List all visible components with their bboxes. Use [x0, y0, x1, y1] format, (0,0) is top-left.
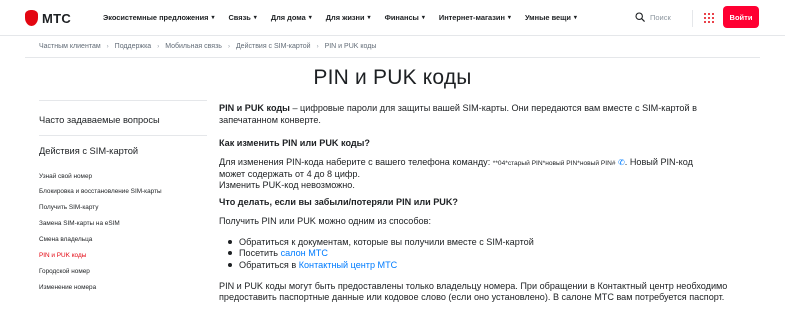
intro-line-1: PIN и PUK коды – цифровые пароли для защ… — [219, 103, 697, 115]
sidebar-item-block-sim[interactable]: Блокировка и восстановление SIM-карты — [39, 188, 162, 195]
sidebar-item-find-number[interactable]: Узнай свой номер — [39, 173, 92, 180]
chevron-right-icon: › — [316, 43, 319, 50]
nav-item-ecosystem[interactable]: Экосистемные предложения ▾ — [103, 13, 214, 22]
intro-text: – цифровые пароли для защиты вашей SIM-к… — [289, 103, 697, 113]
breadcrumb-item[interactable]: Поддержка — [115, 43, 152, 50]
nav-item-finance[interactable]: Финансы ▾ — [385, 13, 425, 22]
question-change-codes: Как изменить PIN или PUK коды? — [219, 138, 370, 148]
intro-line-2: запечатанном конверте. — [219, 115, 321, 125]
sidebar-item-city-number[interactable]: Городской номер — [39, 268, 90, 275]
list-item: Посетить салон МТС — [228, 248, 328, 260]
grid-icon[interactable] — [704, 13, 714, 23]
answer-lost-intro: Получить PIN или PUK можно одним из спос… — [219, 216, 431, 226]
chevron-right-icon: › — [106, 43, 109, 50]
list-item: Обратиться к документам, которые вы полу… — [228, 237, 534, 249]
nav-item-home[interactable]: Для дома ▾ — [271, 13, 312, 22]
breadcrumb: Частным клиентам › Поддержка › Мобильная… — [39, 43, 376, 50]
chevron-down-icon: ▾ — [367, 15, 371, 21]
breadcrumb-item[interactable]: Частным клиентам — [39, 43, 101, 50]
sidebar-item-pin-puk[interactable]: PIN и PUK коды — [39, 252, 86, 259]
nav-label: Для жизни — [325, 13, 365, 22]
search-icon — [635, 12, 645, 22]
sidebar-divider — [39, 135, 207, 136]
breadcrumb-current: PIN и PUK коды — [324, 43, 377, 50]
breadcrumb-item[interactable]: Мобильная связь — [165, 43, 222, 50]
breadcrumb-item[interactable]: Действия с SIM-картой — [236, 43, 311, 50]
contact-center-link[interactable]: Контактный центр МТС — [299, 260, 398, 270]
chevron-down-icon: ▾ — [308, 15, 312, 21]
chevron-down-icon: ▾ — [211, 15, 215, 21]
intro-bold: PIN и PUK коды — [219, 103, 290, 113]
answer-text-end: . Новый PIN-код — [624, 157, 693, 167]
final-line-1: PIN и PUK коды могут быть предоставлены … — [219, 281, 728, 291]
list-item-text: Посетить — [239, 248, 281, 258]
question-lost-codes: Что делать, если вы забыли/потеряли PIN … — [219, 197, 458, 207]
sidebar-section-title[interactable]: Действия с SIM-картой — [39, 146, 138, 156]
bullet-icon — [228, 251, 232, 255]
search-label: Поиск — [650, 12, 671, 22]
list-item: Обратиться в Контактный центр МТС — [228, 260, 397, 272]
answer-text: Для изменения PIN-кода наберите с вашего… — [219, 157, 493, 167]
page-title: PIN и PUK коды — [313, 66, 472, 89]
nav-label: Для дома — [270, 13, 306, 22]
answer-change-line-3: Изменить PUK-код невозможно. — [219, 180, 355, 190]
sidebar-faq-link[interactable]: Часто задаваемые вопросы — [39, 115, 160, 125]
sidebar-divider — [39, 100, 207, 101]
chevron-right-icon: › — [157, 43, 160, 50]
nav-label: Интернет-магазин — [438, 13, 505, 22]
main-nav: Экосистемные предложения ▾ Связь ▾ Для дом… — [103, 13, 577, 22]
nav-item-connection[interactable]: Связь ▾ — [228, 13, 256, 22]
breadcrumb-divider — [25, 57, 760, 58]
chevron-right-icon: › — [227, 43, 230, 50]
answer-change-line-2: может содержать от 4 до 8 цифр. — [219, 169, 360, 179]
nav-label: Умные вещи — [524, 13, 571, 22]
nav-item-smart[interactable]: Умные вещи ▾ — [525, 13, 577, 22]
sidebar-item-change-number[interactable]: Изменение номера — [39, 284, 96, 291]
header: МТС Экосистемные предложения ▾ Связь ▾ Для… — [0, 0, 785, 36]
nav-label: Экосистемные предложения — [103, 13, 209, 22]
chevron-down-icon: ▾ — [421, 15, 425, 21]
header-divider — [692, 10, 693, 27]
search-button[interactable]: Поиск — [635, 12, 671, 22]
bullet-icon — [228, 263, 232, 267]
chevron-down-icon: ▾ — [253, 15, 257, 21]
answer-change-line-1: Для изменения PIN-кода наберите с вашего… — [219, 157, 693, 170]
bullet-icon — [228, 240, 232, 244]
sidebar-item-get-sim[interactable]: Получить SIM-карту — [39, 204, 98, 211]
phone-icon[interactable]: ✆ — [618, 158, 625, 167]
mts-logo[interactable]: МТС — [25, 10, 71, 26]
nav-label: Связь — [228, 13, 251, 22]
nav-label: Финансы — [384, 13, 419, 22]
sidebar-item-esim[interactable]: Замена SIM-карты на eSIM — [39, 220, 120, 227]
logo-text: МТС — [42, 10, 72, 26]
final-line-2: предоставить паспортные данные или кодов… — [219, 292, 725, 302]
nav-item-life[interactable]: Для жизни ▾ — [326, 13, 371, 22]
nav-item-shop[interactable]: Интернет-магазин ▾ — [439, 13, 511, 22]
ussd-code: **04*старый PIN*новый PIN*новый PIN# — [492, 160, 616, 167]
salon-link[interactable]: салон МТС — [281, 248, 328, 258]
sidebar-item-change-owner[interactable]: Смена владельца — [39, 236, 92, 243]
list-item-text: Обратиться в — [239, 260, 299, 270]
chevron-down-icon: ▾ — [573, 15, 577, 21]
chevron-down-icon: ▾ — [507, 15, 511, 21]
mts-egg-logo-icon — [25, 10, 38, 26]
login-button[interactable]: Войти — [723, 6, 759, 28]
list-item-text: Обратиться к документам, которые вы полу… — [239, 237, 534, 247]
